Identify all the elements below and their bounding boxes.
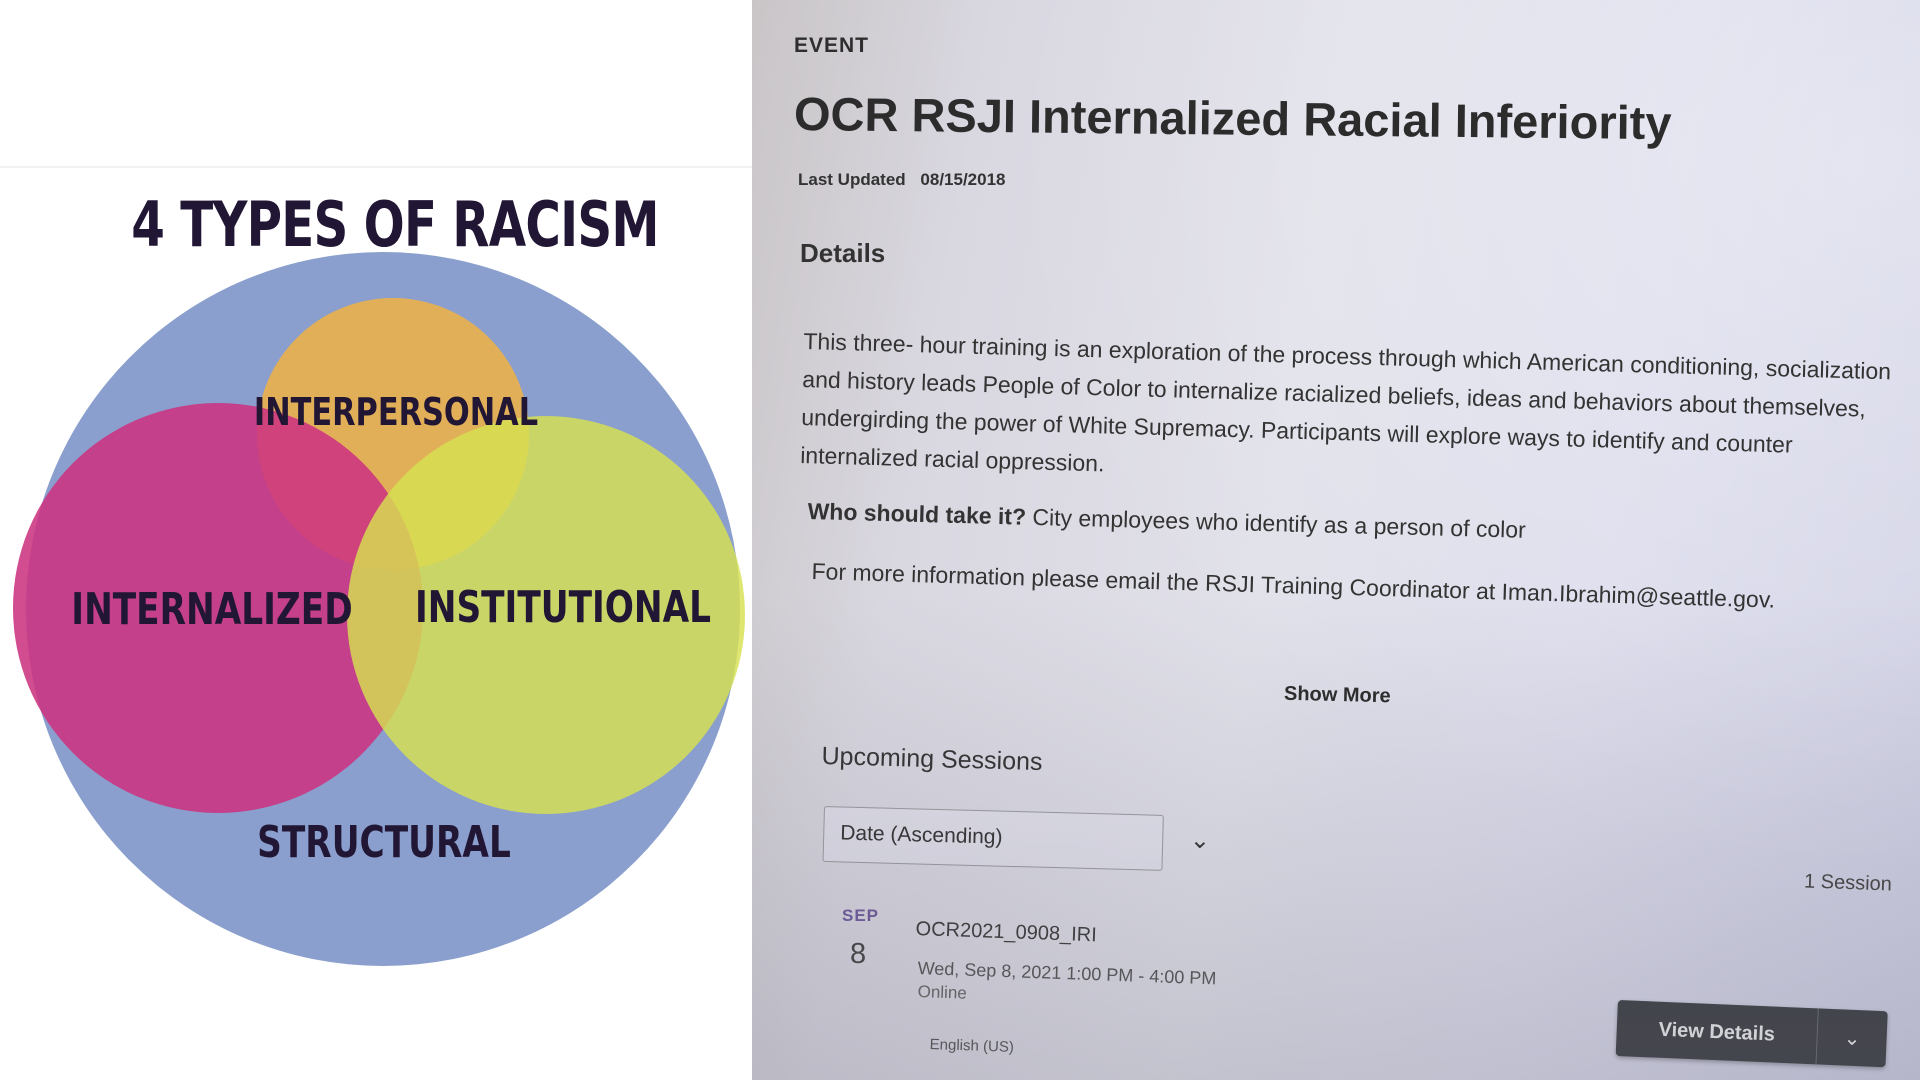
session-code[interactable]: OCR2021_0908_IRI bbox=[915, 918, 1097, 947]
details-heading: Details bbox=[800, 238, 886, 268]
session-day: 8 bbox=[850, 938, 867, 970]
session-count: 1 Session bbox=[1803, 870, 1893, 896]
chevron-down-icon[interactable]: ⌄ bbox=[1817, 1024, 1887, 1052]
interpersonal-label: INTERPERSONAL bbox=[254, 391, 538, 435]
last-updated-value: 08/15/2018 bbox=[920, 170, 1006, 189]
venn-diagram: INTERPERSONAL INTERNALIZED INSTITUTIONAL… bbox=[13, 252, 745, 966]
event-page-panel: EVENT OCR RSJI Internalized Racial Infer… bbox=[752, 0, 1920, 1080]
view-details-label[interactable]: View Details bbox=[1616, 1016, 1817, 1047]
audience-line: Who should take it? City employees who i… bbox=[807, 498, 1867, 553]
contact-info: For more information please email the RS… bbox=[811, 558, 1776, 613]
audience-label: Who should take it? bbox=[807, 498, 1027, 530]
internalized-label: INTERNALIZED bbox=[71, 584, 352, 635]
racism-diagram-panel: 4 TYPES OF RACISM INTERPERSONAL INTERNAL… bbox=[0, 0, 752, 1080]
event-type-label: EVENT bbox=[794, 34, 870, 57]
session-language: English (US) bbox=[929, 1036, 1015, 1056]
institutional-label: INSTITUTIONAL bbox=[415, 582, 711, 633]
audience-value: City employees who identify as a person … bbox=[1032, 503, 1527, 543]
structural-label: STRUCTURAL bbox=[257, 817, 511, 868]
session-sort-select[interactable]: Date (Ascending) bbox=[822, 806, 1164, 871]
view-details-button[interactable]: View Details ⌄ bbox=[1615, 1000, 1888, 1068]
show-more-button[interactable]: Show More bbox=[1284, 683, 1391, 709]
event-title: OCR RSJI Internalized Racial Inferiority bbox=[793, 87, 1672, 150]
last-updated: Last Updated 08/15/2018 bbox=[798, 170, 1006, 190]
session-month: SEP bbox=[842, 906, 880, 925]
session-mode: Online bbox=[917, 982, 968, 1003]
upcoming-sessions-heading: Upcoming Sessions bbox=[821, 742, 1043, 777]
chevron-down-icon[interactable]: ⌄ bbox=[1190, 826, 1211, 856]
last-updated-label: Last Updated bbox=[798, 170, 906, 189]
details-description: This three- hour training is an explorat… bbox=[799, 327, 1892, 477]
